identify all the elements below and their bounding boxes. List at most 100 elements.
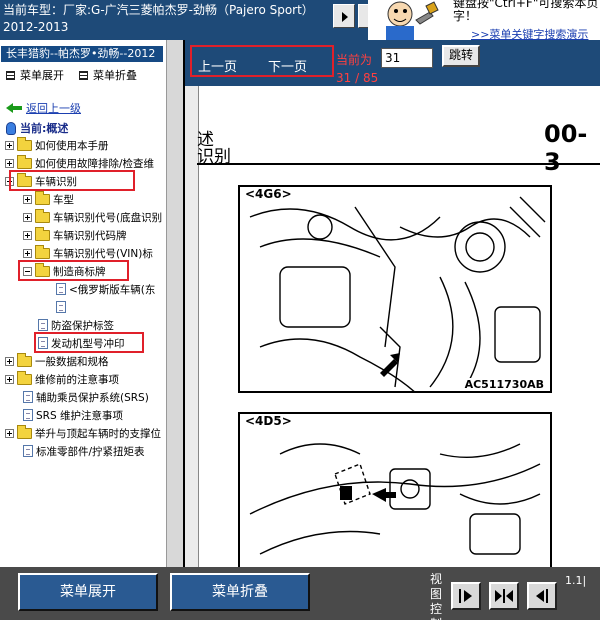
figure-4g6: <4G6> AC511730AB <box>238 185 552 393</box>
current-section-label: 当前:概述 <box>20 122 69 135</box>
lightbulb-icon <box>6 121 16 135</box>
expand-icon[interactable] <box>5 158 14 168</box>
zoom-label: 1.1| <box>565 574 587 587</box>
page-icon <box>23 445 33 457</box>
back-arrow-icon <box>6 103 22 113</box>
expand-icon[interactable] <box>23 248 32 258</box>
page-icon <box>23 409 33 421</box>
play-left-icon <box>536 589 548 603</box>
tree-item-label: 车辆识别代码牌 <box>53 229 127 242</box>
collapse-menu-tool[interactable]: 菜单折叠 <box>79 67 137 83</box>
section-code: 00-3 <box>544 120 588 176</box>
page-icon <box>38 319 48 331</box>
top-next-button[interactable] <box>333 4 355 28</box>
tree-item-torque-table[interactable]: 标准零部件/拧紧扭矩表 <box>23 443 145 459</box>
page-icon <box>23 391 33 403</box>
expand-menu-tool[interactable]: 菜单展开 <box>6 67 64 83</box>
folder-icon <box>35 244 50 259</box>
engine-illustration <box>249 443 541 555</box>
figure-4d5: <4D5> <box>238 412 552 572</box>
expand-icon[interactable] <box>5 374 14 384</box>
tree-item-general-data[interactable]: 一般数据和规格 <box>5 352 109 369</box>
expand-menu-label: 菜单展开 <box>20 69 64 82</box>
tree-item-label: 标准零部件/拧紧扭矩表 <box>36 445 145 458</box>
collapse-menu-button[interactable]: 菜单折叠 <box>170 573 310 611</box>
tree-item-id-plate[interactable]: 车辆识别代码牌 <box>23 226 127 243</box>
back-link[interactable]: 返回上一级 <box>6 100 81 116</box>
folder-icon <box>17 352 32 367</box>
folder-icon <box>17 370 32 385</box>
expand-icon[interactable] <box>23 230 32 240</box>
expand-icon[interactable] <box>5 428 14 438</box>
mascot-image <box>368 0 450 40</box>
prev-page-button[interactable]: 上一页 <box>198 56 237 75</box>
expand-icon[interactable] <box>23 212 32 222</box>
tree-item-anti-theft-label[interactable]: 防盗保护标签 <box>38 317 114 333</box>
tip-text: 键盘按"Ctrl+F"可搜索本页 字！ <box>453 0 599 23</box>
tree-item-label: 防盗保护标签 <box>51 319 114 332</box>
expand-menu-button[interactable]: 菜单展开 <box>18 573 158 611</box>
folder-icon <box>17 136 32 151</box>
tree-item-label: 一般数据和规格 <box>35 355 109 368</box>
tree-item-label: 维修前的注意事项 <box>35 373 119 386</box>
tree-item-label: 辅助乘员保护系统(SRS) <box>36 391 149 404</box>
tree-item-troubleshooting[interactable]: 如何使用故障排除/检查维 <box>5 154 155 171</box>
tips-box: 键盘按"Ctrl+F"可搜索本页 字！ >>菜单关键字搜索演示 <box>450 0 600 41</box>
figure-label: <4D5> <box>243 414 294 428</box>
tree-scrollbar[interactable] <box>166 40 183 567</box>
heading-rule <box>197 163 600 165</box>
tree-item-model[interactable]: 车型 <box>23 190 74 207</box>
folder-icon <box>35 190 50 205</box>
tree-item-lifting[interactable]: 举升与顶起车辆时的支撑位 <box>5 424 161 441</box>
expand-icon[interactable] <box>5 140 14 150</box>
mascot-icon <box>386 1 439 40</box>
split-icon <box>495 589 513 603</box>
tree-item-label: 举升与顶起车辆时的支撑位 <box>35 427 161 440</box>
page-number-input[interactable]: 31 <box>381 48 433 68</box>
tree-item-chassis-number[interactable]: 车辆识别代号(底盘识别 <box>23 208 163 225</box>
tree-item-label: <俄罗斯版车辆(东 <box>69 283 156 296</box>
tree-item-label: 如何使用本手册 <box>35 139 109 152</box>
page-counter: 31 / 85 <box>336 71 379 85</box>
play-right-icon <box>459 589 472 603</box>
view-split-button[interactable] <box>489 582 519 610</box>
tree-item-label: 车型 <box>53 193 74 206</box>
view-prev-button[interactable] <box>527 582 557 610</box>
highlight-box <box>9 170 135 191</box>
folder-icon <box>17 154 32 169</box>
collapse-menu-label: 菜单折叠 <box>93 69 137 82</box>
current-section: 当前:概述 <box>6 120 68 136</box>
tree-item-label: SRS 维护注意事项 <box>36 409 123 422</box>
list-icon <box>79 70 88 80</box>
tree-item-label: 如何使用故障排除/检查维 <box>35 157 155 170</box>
highlight-box <box>34 332 144 353</box>
folder-icon <box>17 424 32 439</box>
tree-header: 长丰猎豹--帕杰罗•劲畅--2012 <box>1 46 163 62</box>
page-icon <box>56 283 66 295</box>
tree-item-manual-usage[interactable]: 如何使用本手册 <box>5 136 109 153</box>
tree-item-srs[interactable]: 辅助乘员保护系统(SRS) <box>23 389 149 405</box>
expand-icon[interactable] <box>23 194 32 204</box>
page-prefix: 当前为 <box>336 53 373 67</box>
back-link-label: 返回上一级 <box>26 102 81 115</box>
tree-item-precautions[interactable]: 维修前的注意事项 <box>5 370 119 387</box>
highlight-box <box>18 260 129 281</box>
figure-label: <4G6> <box>243 187 294 201</box>
tree-item-blank-page[interactable] <box>56 299 69 315</box>
page-info: 当前为 31 / 85 <box>336 51 378 87</box>
tree-item-srs-maintenance[interactable]: SRS 维护注意事项 <box>23 407 123 423</box>
expand-icon[interactable] <box>5 356 14 366</box>
tree-item-vin-label[interactable]: 车辆识别代号(VIN)标 <box>23 244 153 261</box>
figure-id: AC511730AB <box>462 378 546 391</box>
view-control-label: 视图控制 <box>430 572 443 620</box>
tree-item-label: 车辆识别代号(VIN)标 <box>53 247 153 260</box>
engine-illustration <box>249 196 546 391</box>
folder-icon <box>35 226 50 241</box>
jump-button[interactable]: 跳转 <box>442 45 480 67</box>
page-icon <box>56 301 66 313</box>
next-page-button[interactable]: 下一页 <box>268 56 307 75</box>
tree-item-label: 车辆识别代号(底盘识别 <box>53 211 163 224</box>
view-next-button[interactable] <box>451 582 481 610</box>
folder-icon <box>35 208 50 223</box>
tree-item-russian-version[interactable]: <俄罗斯版车辆(东 <box>56 281 155 297</box>
